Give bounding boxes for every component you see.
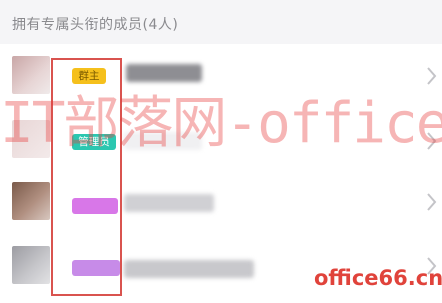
chevron-right-icon [427,67,437,85]
members-header-title: 拥有专属头衔的成员(4人) [12,17,179,33]
chevron-right-icon [427,193,437,211]
member-name-redacted [124,132,202,150]
members-header: 拥有专属头衔的成员(4人) [0,0,442,44]
chevron-right-icon [427,132,437,150]
member-name-redacted [124,194,214,212]
avatar [12,182,50,220]
avatar [12,246,50,284]
chevron-right-icon [427,257,437,275]
member-name-redacted [126,64,202,82]
badge-highlight-box [51,58,122,296]
member-name-redacted [124,260,254,278]
avatar [12,56,50,94]
avatar [12,120,50,158]
